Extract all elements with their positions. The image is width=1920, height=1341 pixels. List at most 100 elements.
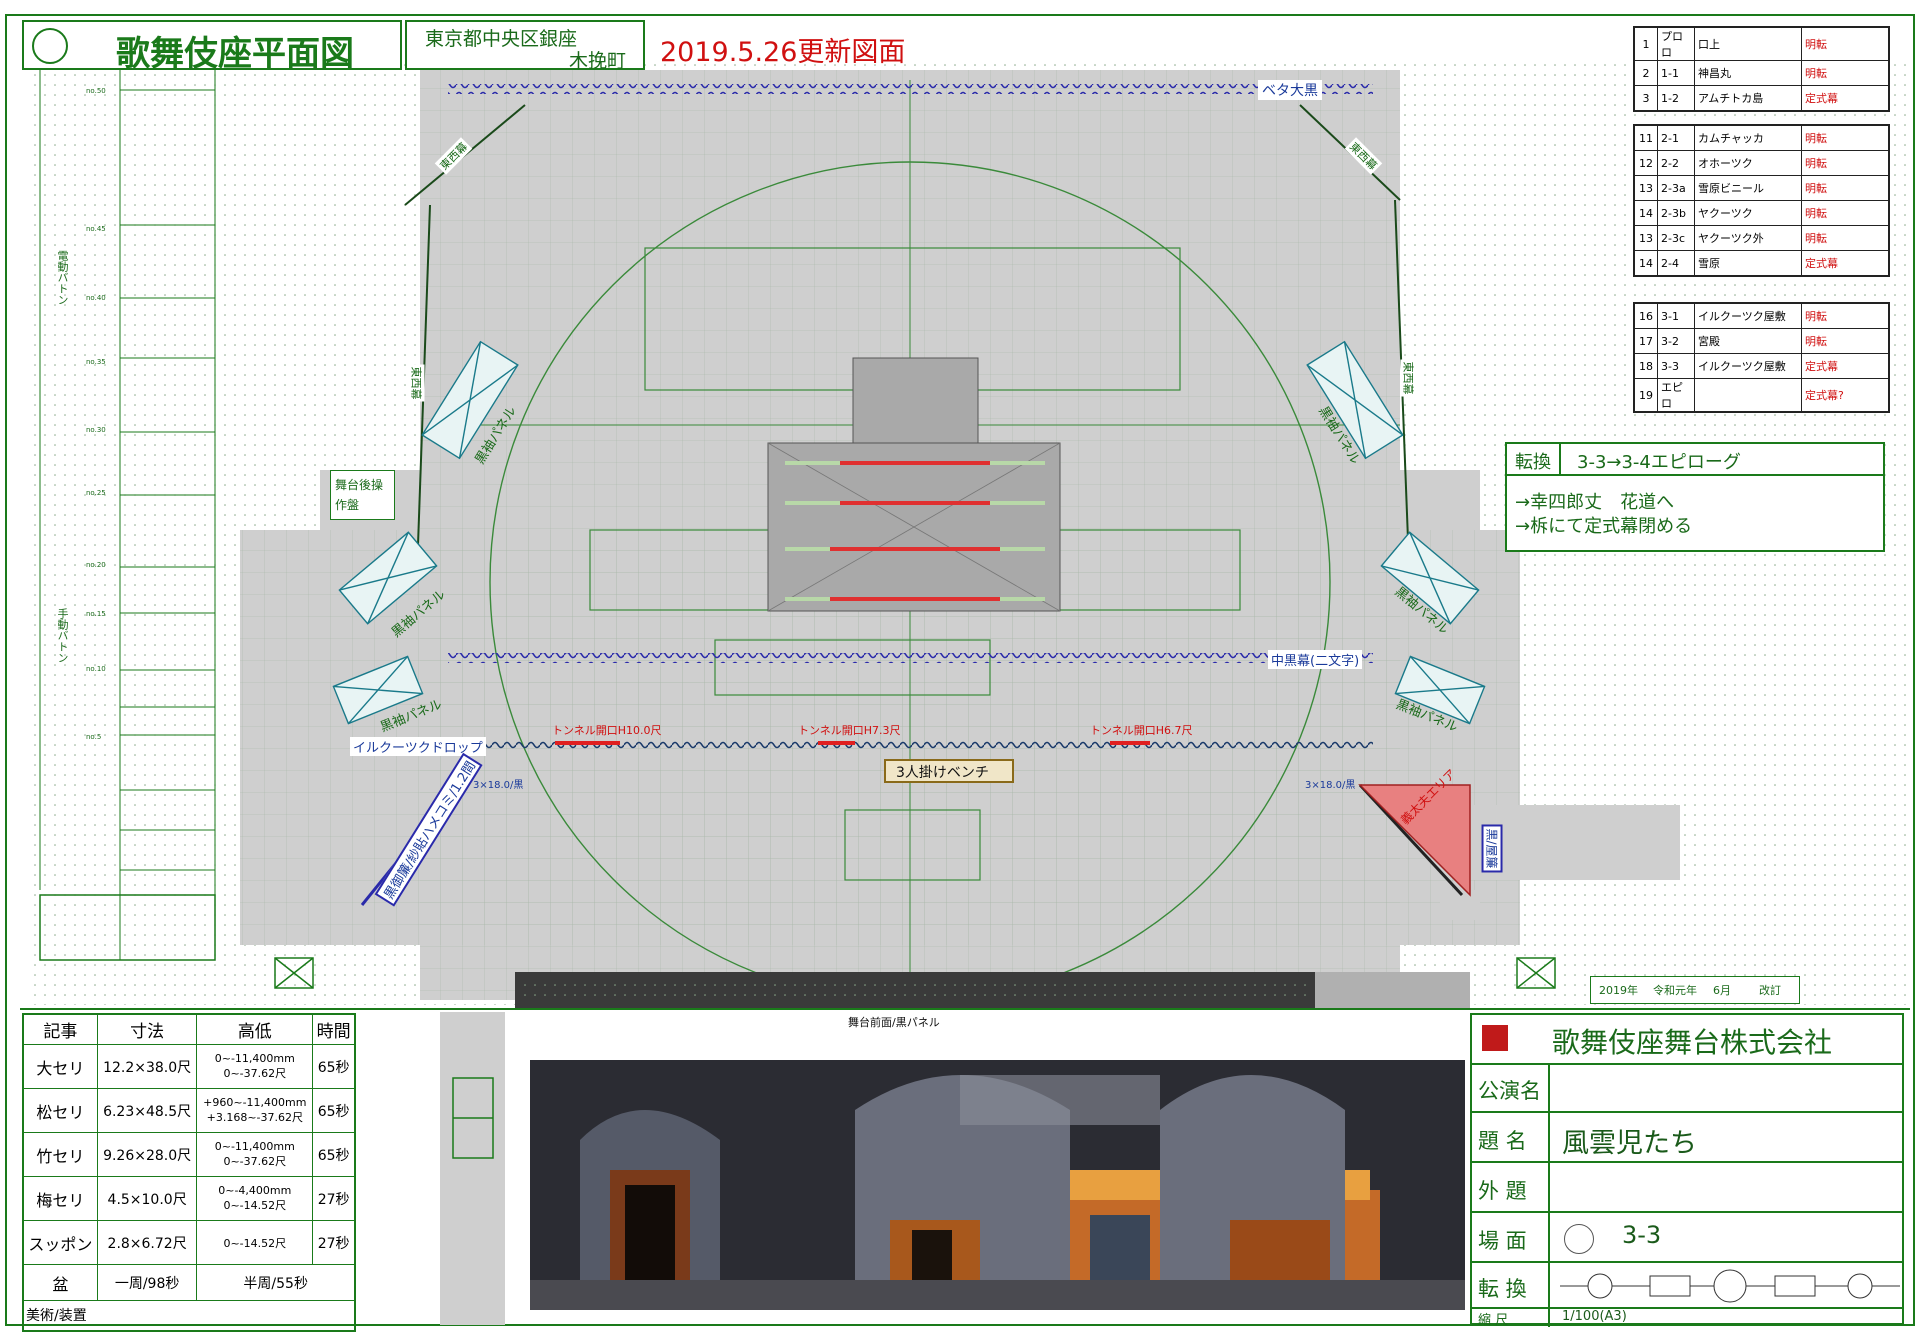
lift-row: 梅セリ 4.5×10.0尺 0~-4,400mm 0~-14.52尺 27秒 [22,1176,356,1221]
lift-height: 0~-4,400mm 0~-14.52尺 [196,1176,314,1221]
scene-light: 明転 [1801,175,1890,201]
scene-light: 明転 [1801,328,1890,354]
lift-row: スッポン 2.8×6.72尺 0~-14.52尺 27秒 [22,1220,356,1265]
bon-label: 盆 [22,1264,98,1301]
lift-height: 0~-11,400mm 0~-37.62尺 [196,1132,314,1177]
revision-month: 6月 [1713,984,1731,997]
lift-height-mm: 0~-14.52尺 [223,1236,287,1250]
lift-height-shaku: 0~-37.62尺 [223,1067,287,1080]
title-label: 題 名 [1478,1129,1527,1153]
batten-number: no.35 [86,358,106,366]
title-box: 歌舞伎座平面図 [22,20,402,74]
scene-row: 16 3-1 イルクーツク屋敷 明転 [1633,302,1890,329]
ew-curtain-label-4: 東西幕 [1400,359,1417,397]
batten-number: no.50 [86,87,106,95]
upper-platform [852,357,979,444]
scene-no: 1 [1633,26,1658,61]
scene-light: 定式幕? [1801,378,1890,413]
scene-light: 明転 [1801,26,1890,61]
scene-code: エピロ [1657,378,1695,413]
lift-height-mm: 0~-11,400mm [214,1052,295,1065]
lift-height-mm: 0~-4,400mm [218,1184,292,1197]
scene-row: 2 1-1 神昌丸 明転 [1633,60,1890,86]
scene-row: 12 2-2 オホーツク 明転 [1633,150,1890,176]
scene-name: ヤクーツク外 [1694,225,1802,251]
batten-number: no.40 [86,294,106,302]
scene-name: イルクーツク屋敷 [1694,353,1802,379]
scene-code: 1-2 [1657,85,1695,112]
lift-table: 記事 寸法 高低 時間 大セリ 12.2×38.0尺 0~-11,400mm 0~-3… [22,1013,356,1332]
mid-curtain-label: 中黒幕(二文字) [1268,650,1363,669]
lift-size: 9.26×28.0尺 [96,1132,198,1177]
page-title: 歌舞伎座平面図 [116,34,354,74]
scene-no: 13 [1633,225,1658,251]
scene-light: 明転 [1801,124,1890,151]
scene-code: 2-3c [1657,225,1695,251]
lift-row: 大セリ 12.2×38.0尺 0~-11,400mm 0~-37.62尺 65秒 [22,1044,356,1089]
scene-value: 3-3 [1622,1221,1662,1249]
scene-code: プロロ [1657,26,1695,61]
scene-code: 2-4 [1657,250,1695,277]
tunnel-label-1: トンネル開口H10.0尺 [552,724,662,737]
lift-name: 松セリ [22,1088,98,1133]
scene-no: 14 [1633,200,1658,226]
scene-table-3: 16 3-1 イルクーツク屋敷 明転 17 3-2 宮殿 明転 18 3-3 イルクーツク屋敷 定式幕… [1633,302,1890,413]
stage-back-console-box: 舞台後操作盤 [330,470,395,520]
scene-name: アムチトカ島 [1694,85,1802,112]
lift-height-shaku: 0~-14.52尺 [223,1199,287,1212]
lift-size: 12.2×38.0尺 [96,1044,198,1089]
scene-no: 3 [1633,85,1658,112]
address-box: 東京都中央区銀座 木挽町 [405,20,645,72]
lift-height-shaku: 0~-37.62尺 [223,1155,287,1168]
scene-row: 18 3-3 イルクーツク屋敷 定式幕 [1633,353,1890,379]
lift-time: 65秒 [312,1088,356,1133]
scene-name: 神昌丸 [1694,60,1802,86]
scene-name: イルクーツク屋敷 [1694,302,1802,329]
transition-scene: 3-3→3-4エピローグ [1577,452,1741,473]
scene-table-1: 1 プロロ 口上 明転 2 1-1 神昌丸 明転 3 1-2 アムチトカ島 定式幕 [1633,26,1890,112]
lift-time: 27秒 [312,1220,356,1265]
scene-label: 場 面 [1478,1229,1527,1253]
lift-time: 65秒 [312,1132,356,1177]
dim-left-label: 3×18.0/黒 [473,780,524,791]
scene-code: 1-1 [1657,60,1695,86]
scene-light: 定式幕 [1801,250,1890,277]
scale-value: 1/100(A3) [1562,1309,1627,1324]
upstage-curtain-label: ベタ大黒 [1258,80,1322,100]
stage-back-console-label: 舞台後操作盤 [335,478,384,512]
right-note-label: 黒/屋簾 [1481,824,1503,873]
scene-row: 13 2-3a 雪原ビニール 明転 [1633,175,1890,201]
company-row: 歌舞伎座舞台株式会社 [1472,1015,1902,1065]
bench-label: 3人掛けベンチ [896,765,989,781]
scene-circle-icon [1564,1224,1594,1254]
scene-no: 19 [1633,378,1658,413]
lift-height: 0~-14.52尺 [196,1220,314,1265]
lift-header-time: 時間 [312,1013,356,1045]
scene-row: 17 3-2 宮殿 明転 [1633,328,1890,354]
company-logo [1482,1025,1508,1051]
bon-half: 半周/55秒 [196,1264,356,1301]
scene-code: 3-1 [1657,302,1695,329]
stage-front-painting [530,1060,1465,1310]
company-name: 歌舞伎座舞台株式会社 [1552,1026,1833,1059]
scene-row: 1 プロロ 口上 明転 [1633,26,1890,61]
transition-note-2: →柝にて定式幕閉める [1515,516,1693,537]
scene-light: 定式幕 [1801,85,1890,112]
batten-number: no.15 [86,610,106,618]
revision-era: 令和元年 [1653,984,1697,997]
scene-name: 宮殿 [1694,328,1802,354]
lift-name: 梅セリ [22,1176,98,1221]
lift-size: 6.23×48.5尺 [96,1088,198,1133]
change-sequence-icon [1560,1269,1900,1303]
lift-time: 65秒 [312,1044,356,1089]
dim-right-label: 3×18.0/黒 [1305,780,1356,791]
revision-label: 改訂 [1759,984,1781,997]
address-line-1: 東京都中央区銀座 [425,28,578,50]
electric-batten-label: 電動バトン [56,250,69,305]
revision-box: 2019年 令和元年 6月 改訂 [1590,976,1800,1004]
scene-light: 明転 [1801,225,1890,251]
transition-box: 転換 3-3→3-4エピローグ →幸四郎丈 花道へ →柝にて定式幕閉める [1505,442,1885,552]
scene-name: ヤクーツク [1694,200,1802,226]
title-block: 歌舞伎座舞台株式会社 公演名 題 名風雲児たち 外 題 場 面 3-3 転 換 … [1470,1013,1904,1328]
lift-header-article: 記事 [22,1013,98,1045]
